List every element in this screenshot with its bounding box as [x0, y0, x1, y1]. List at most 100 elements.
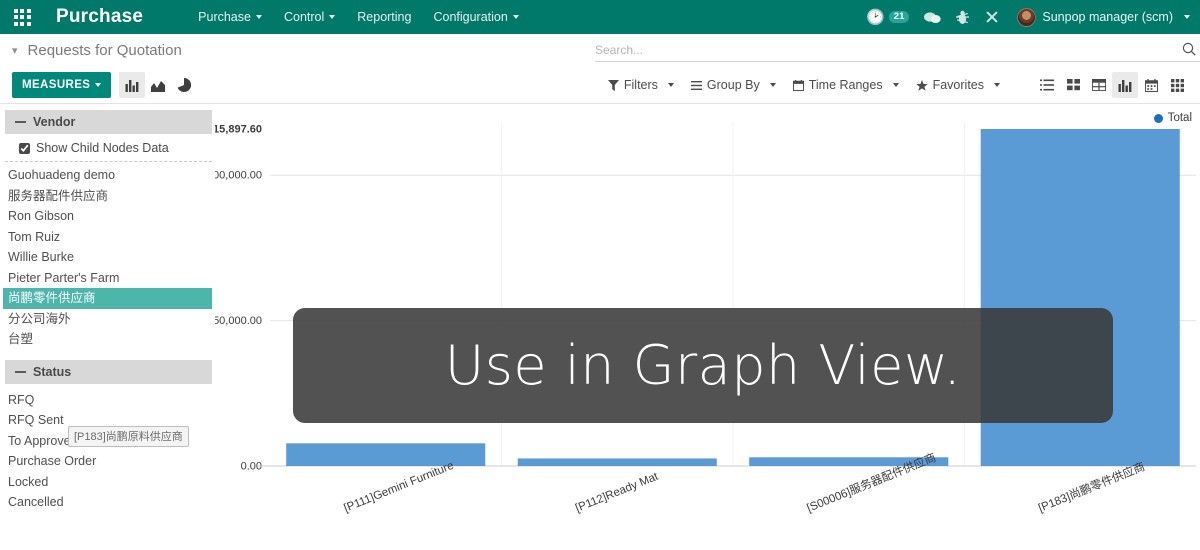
apps-grid-icon	[13, 8, 31, 26]
vendor-item-4[interactable]: Willie Burke	[3, 247, 212, 268]
filter-toolbar: Filters Group By Time Ranges Favorites	[600, 74, 1008, 96]
breadcrumb-toggle-icon[interactable]: ▾	[12, 44, 18, 57]
control-panel-top-row: ▾ Requests for Quotation	[0, 34, 1200, 67]
status-item-5[interactable]: Cancelled	[3, 492, 212, 513]
status-filter-list: RFQ RFQ Sent To Approve Purchase Order L…	[0, 384, 215, 513]
menu-reporting[interactable]: Reporting	[346, 0, 422, 34]
time-ranges-button[interactable]: Time Ranges	[785, 74, 907, 96]
vendor-item-0[interactable]: Guohuadeng demo	[3, 165, 212, 186]
chevron-down-icon	[994, 83, 1000, 87]
legend-color-swatch	[1153, 113, 1163, 123]
chevron-down-icon	[512, 15, 519, 19]
status-item-4[interactable]: Locked	[3, 472, 212, 493]
y-axis-tick-label: 50,000.00	[215, 315, 262, 327]
chevron-down-icon	[892, 83, 899, 87]
calendar-icon	[792, 79, 804, 91]
status-item-3[interactable]: Purchase Order	[3, 451, 212, 472]
x-axis-tick-label: [P183]尚鹏零件供应商	[1036, 459, 1147, 515]
section-header-vendor[interactable]: Vendor	[5, 110, 212, 134]
bars-icon	[690, 80, 702, 90]
chart-bar[interactable]	[286, 443, 486, 466]
pivot-view-icon[interactable]	[1086, 72, 1112, 98]
avatar	[1017, 7, 1037, 27]
calendar-view-icon[interactable]	[1138, 72, 1164, 98]
vendor-tooltip: [P183]尚鹏原料供应商	[68, 426, 189, 447]
show-child-nodes-checkbox[interactable]	[19, 142, 30, 154]
favorites-label: Favorites	[932, 78, 984, 92]
menu-control-label: Control	[283, 10, 325, 24]
bug-glyph	[955, 10, 969, 24]
control-panel: ▾ Requests for Quotation MEASURES	[0, 34, 1200, 104]
pivot-glyph	[1092, 79, 1106, 91]
chevron-down-icon	[1184, 15, 1190, 19]
status-item-0[interactable]: RFQ	[3, 390, 212, 411]
chevron-down-icon	[769, 83, 776, 87]
line-chart-icon[interactable]	[145, 72, 171, 98]
show-child-nodes-label: Show Child Nodes Data	[36, 141, 169, 155]
bug-icon[interactable]	[947, 0, 977, 34]
vendor-item-2[interactable]: Ron Gibson	[3, 206, 212, 227]
show-child-nodes-row[interactable]: Show Child Nodes Data	[5, 134, 212, 162]
funnel-icon	[607, 79, 619, 91]
wrench-cross-glyph	[986, 11, 999, 23]
debug-tools-icon[interactable]	[977, 0, 1007, 34]
section-title-vendor: Vendor	[33, 115, 76, 129]
chevron-down-icon	[95, 83, 102, 87]
navbar-right: 🕑 21 Sunpop manager (scm)	[858, 0, 1200, 34]
control-panel-bottom-row: MEASURES Filters Group By Time Ranges Fa…	[0, 67, 1200, 103]
vendor-item-6-selected[interactable]: 尚鹏零件供应商	[3, 288, 212, 309]
apps-menu-icon[interactable]	[0, 0, 44, 34]
kanban-view-icon[interactable]	[1060, 72, 1086, 98]
group-by-button[interactable]: Group By	[683, 74, 784, 96]
pie-chart-icon[interactable]	[171, 72, 197, 98]
x-axis-tick-label: [P112]Ready Mat	[574, 470, 661, 514]
line-chart-glyph	[151, 80, 166, 92]
activity-count-badge: 21	[888, 10, 910, 24]
user-name-label: Sunpop manager (scm)	[1042, 10, 1173, 24]
search-icon[interactable]	[1182, 42, 1196, 59]
measures-label: MEASURES	[22, 79, 91, 91]
menu-reporting-label: Reporting	[357, 10, 412, 24]
chart-bar[interactable]	[517, 458, 717, 466]
minus-icon	[15, 370, 26, 373]
menu-purchase[interactable]: Purchase	[187, 0, 273, 34]
list-view-icon[interactable]	[1034, 72, 1060, 98]
measures-button[interactable]: MEASURES	[12, 72, 112, 98]
menu-control[interactable]: Control	[273, 0, 346, 34]
x-axis-tick-label: [P111]Gemini Furniture	[342, 460, 455, 515]
group-by-label: Group By	[706, 78, 760, 92]
overlay-text: Use in Graph View.	[444, 334, 962, 397]
view-switcher	[1034, 72, 1190, 98]
search-input[interactable]	[595, 43, 1182, 57]
grid-view-icon[interactable]	[1164, 72, 1190, 98]
section-title-status: Status	[33, 364, 72, 379]
chart-legend[interactable]: Total	[1153, 112, 1192, 124]
messages-icon[interactable]	[917, 0, 947, 34]
search-panel-sidebar: Vendor Show Child Nodes Data Guohuadeng …	[0, 104, 215, 548]
main-menu: Purchase Control Reporting Configuration	[187, 0, 530, 34]
top-navbar: Purchase Purchase Control Reporting Conf…	[0, 0, 1200, 34]
pie-chart-glyph	[177, 78, 192, 92]
magnifier-glyph	[1182, 42, 1196, 56]
legend-label-total: Total	[1167, 112, 1192, 124]
favorites-button[interactable]: Favorites	[908, 74, 1008, 96]
vendor-item-8[interactable]: 台塑	[3, 329, 212, 350]
vendor-item-5[interactable]: Pieter Parter's Farm	[3, 268, 212, 289]
graph-view-icon[interactable]	[1112, 72, 1138, 98]
menu-configuration[interactable]: Configuration	[422, 0, 529, 34]
activities-menu[interactable]: 🕑 21	[858, 8, 917, 26]
search-bar[interactable]	[595, 39, 1200, 62]
calendar-glyph	[1144, 78, 1158, 92]
time-ranges-label: Time Ranges	[808, 78, 883, 92]
chevron-down-icon	[255, 15, 262, 19]
user-menu[interactable]: Sunpop manager (scm)	[1007, 7, 1190, 27]
vendor-item-3[interactable]: Tom Ruiz	[3, 227, 212, 248]
bar-chart-icon[interactable]	[119, 72, 146, 98]
vendor-item-7[interactable]: 分公司海外	[3, 309, 212, 330]
app-root: Purchase Purchase Control Reporting Conf…	[0, 0, 1200, 550]
filters-button[interactable]: Filters	[600, 74, 682, 96]
y-axis-tick-label: 100,000.00	[215, 170, 262, 182]
section-header-status[interactable]: Status	[5, 359, 212, 384]
vendor-item-1[interactable]: 服务器配件供应商	[3, 186, 212, 207]
clock-icon: 🕑	[866, 9, 885, 26]
